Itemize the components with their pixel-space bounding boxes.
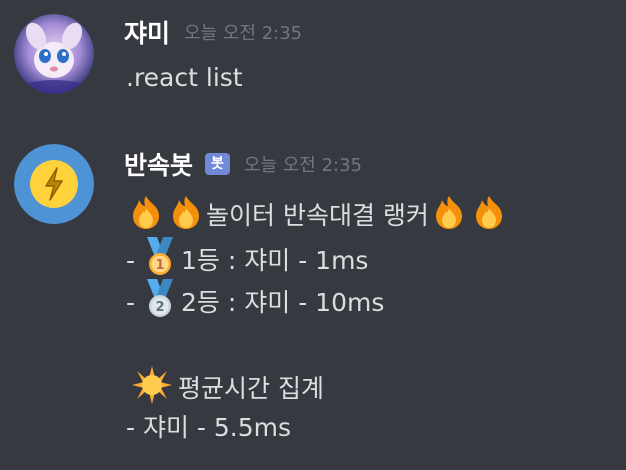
- rank-1-text: 1등 : 쟈미 - 1ms: [181, 246, 369, 275]
- average-title-line: 평균시간 집계: [126, 366, 324, 412]
- list-dash: -: [126, 288, 136, 317]
- second-place-medal-icon: 2: [143, 279, 177, 327]
- bot-avatar[interactable]: [14, 144, 94, 224]
- message-user: 쟈미 오늘 오전 2:35 .react list: [0, 0, 626, 118]
- message-header: 쟈미 오늘 오전 2:35: [124, 14, 302, 50]
- user-avatar[interactable]: [14, 14, 94, 94]
- rank-2-line: - 2 2등 : 쟈미 - 10ms: [126, 279, 384, 327]
- average-result: - 쟈미 - 5.5ms: [126, 413, 292, 442]
- svg-text:1: 1: [156, 258, 165, 273]
- svg-text:2: 2: [156, 300, 165, 315]
- timestamp: 오늘 오전 2:35: [184, 23, 303, 44]
- rank-1-line: - 1 1등 : 쟈미 - 1ms: [126, 237, 368, 285]
- fire-icon: [166, 194, 206, 238]
- bot-username[interactable]: 반속봇: [124, 146, 193, 182]
- fire-icon: [469, 194, 509, 238]
- rank-2-text: 2등 : 쟈미 - 10ms: [181, 288, 385, 317]
- fire-icon: [429, 194, 469, 238]
- first-place-medal-icon: 1: [143, 237, 177, 285]
- list-dash: -: [126, 246, 136, 275]
- ranking-title-line: 놀이터 반속대결 랭커: [126, 194, 509, 238]
- chat-messages: 쟈미 오늘 오전 2:35 .react list 반속봇 봇 오늘 오전 2:…: [0, 0, 626, 470]
- message-content: .react list: [126, 63, 243, 92]
- bot-message-header: 반속봇 봇 오늘 오전 2:35: [124, 146, 362, 182]
- username[interactable]: 쟈미: [124, 14, 170, 50]
- average-title: 평균시간 집계: [178, 374, 324, 403]
- timestamp: 오늘 오전 2:35: [243, 155, 363, 176]
- sun-icon: [132, 366, 172, 412]
- ranking-title: 놀이터 반속대결 랭커: [206, 201, 429, 230]
- bot-tag: 봇: [205, 153, 230, 175]
- lightning-icon: [14, 144, 94, 224]
- fire-icon: [126, 194, 166, 238]
